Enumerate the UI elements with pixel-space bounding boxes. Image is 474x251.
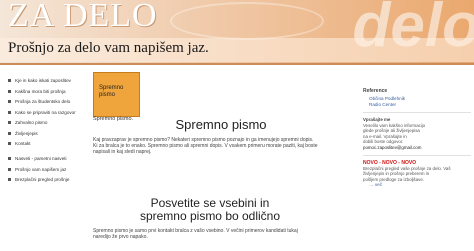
paragraph-line: napisali in kaj sledi naprej. [93, 149, 152, 156]
site-tagline: Prošnjo za delo vam napišem jaz. [8, 40, 209, 56]
sidebar-item-studentsko-delo[interactable]: Prošnja za študentsko delo [8, 99, 86, 108]
contact-email[interactable]: pomoc.zaposlitev@gmail.com [363, 145, 471, 151]
sidebar-item-label: Kontakt [15, 141, 31, 147]
thumbnail-label: Spremno pismo [99, 85, 123, 99]
thumbnail-label-line: Spremno [99, 85, 124, 91]
sidebar-item-label: Zahvalno pismo [15, 120, 48, 126]
header-banner: delo ZA DELO Prošnjo za delo vam napišem… [0, 0, 474, 63]
bullet-icon [8, 157, 11, 161]
sidebar-item-label: Prošnja za študentsko delo [15, 99, 71, 105]
section-title-line: spremno pismo bo odlično [139, 209, 281, 223]
intro-paragraph: Kaj pravzaprav je spremno pismo? Nekater… [93, 137, 345, 156]
spremno-pismo-thumbnail[interactable]: Spremno pismo [93, 72, 140, 117]
bullet-icon [8, 79, 11, 82]
divider [363, 154, 471, 156]
sidebar-nav: Kje in kako iskati zaposlitev Kakšna mor… [8, 78, 86, 188]
section-paragraph: Spremno pismo je samo prvi kontakt bralc… [93, 228, 345, 240]
bullet-icon [8, 100, 11, 104]
divider [363, 112, 471, 113]
bullet-icon [8, 142, 11, 146]
bullet-icon [8, 131, 11, 135]
sidebar-item-label: Življenjepis [15, 130, 38, 136]
thumbnail-label-line: pismo [99, 92, 116, 98]
bullet-icon [8, 167, 11, 171]
page-title: Spremno pismo [175, 117, 267, 132]
sidebar-item-zahvalno-pismo[interactable]: Zahvalno pismo [8, 120, 86, 129]
reference-heading: Reference [363, 88, 388, 94]
sidebar-item-kontakt[interactable]: Kontakt [8, 141, 86, 150]
sidebar-item-label: Nasveti - pametni nasveti [15, 156, 67, 162]
section-title: Posvetite se vsebini in spremno pismo bo… [120, 197, 300, 223]
thumbnail-caption: Spremno pismo. [93, 116, 134, 122]
sidebar-item-label: Kje in kako iskati zaposlitev [15, 78, 71, 83]
bullet-icon [8, 89, 11, 93]
sidebar-item-zivljenjepis[interactable]: Življenjepis [8, 131, 86, 140]
bullet-icon [8, 121, 11, 125]
site-title[interactable]: ZA DELO [8, 0, 158, 35]
sidebar-item-kaksna-prosnja[interactable]: Kakšna mora biti prošnja [8, 89, 86, 98]
sidebar-item-kje-iskati[interactable]: Kje in kako iskati zaposlitev [8, 78, 86, 87]
sidebar-item-nasveti[interactable]: Nasveti - pametni nasveti [8, 156, 86, 165]
bullet-icon [8, 110, 11, 114]
sidebar-item-razgovor[interactable]: Kako se pripraviti na razgovor [8, 110, 86, 119]
sidebar-item-label: Brezplačni pregled prošnje [15, 177, 70, 183]
header-rule [0, 63, 474, 65]
paragraph-line: naredijo že prvo napako. [93, 234, 148, 241]
banner-decoration [170, 2, 324, 40]
sidebar-item-label: Kakšna mora biti prošnja [15, 88, 66, 94]
reference-link[interactable]: Radio Center [363, 102, 471, 108]
sidebar-item-brezplacni-pregled[interactable]: Brezplačni pregled prošnje [8, 177, 86, 186]
sidebar-item-prosnjo-napisem[interactable]: Prošnjo vam napišem jaz [8, 167, 86, 176]
sidebar-item-label: Kako se pripraviti na razgovor [15, 109, 76, 115]
novo-more-link[interactable]: … več [363, 182, 471, 188]
sidebar-item-label: Prošnjo vam napišem jaz [15, 166, 67, 172]
right-column: Reference Občina Podlehnik Radio Center … [363, 88, 471, 188]
bullet-icon [8, 178, 11, 182]
